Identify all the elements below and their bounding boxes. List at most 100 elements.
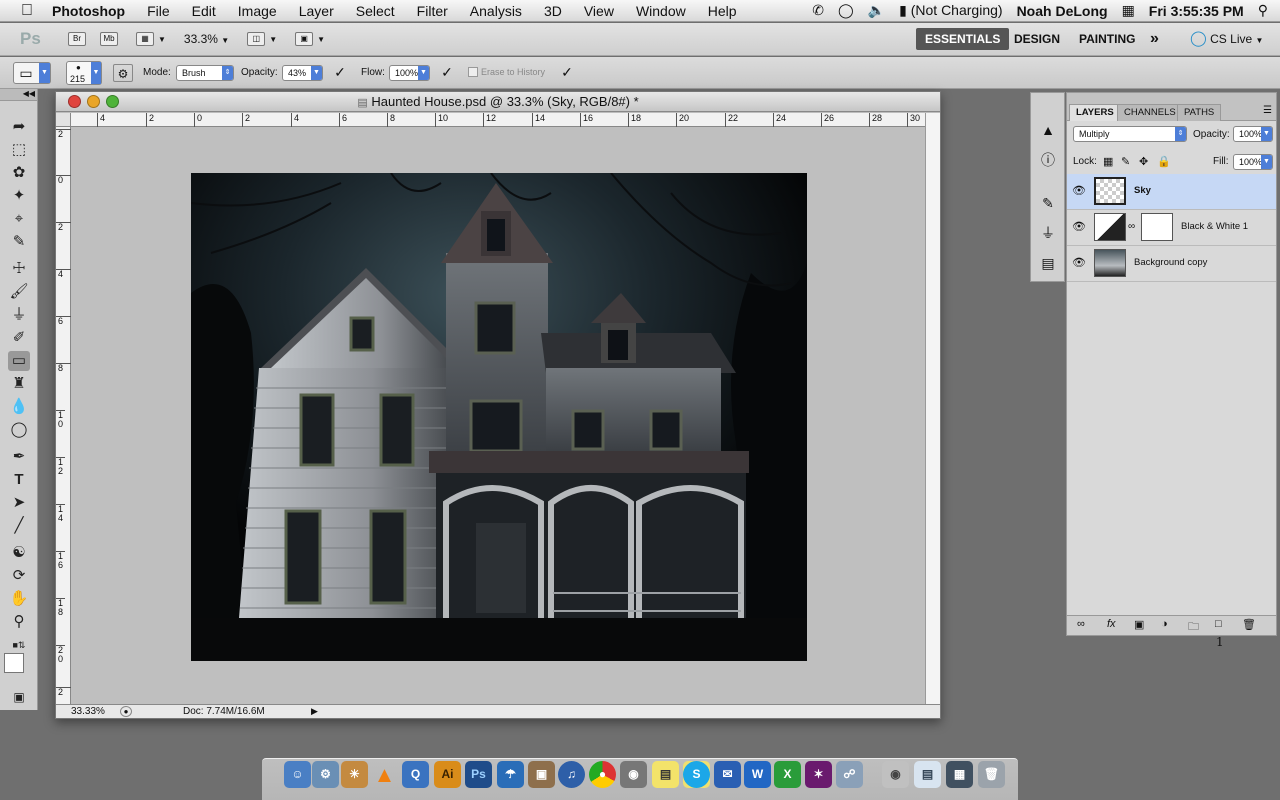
chrome-icon[interactable]: ● <box>589 761 616 788</box>
quicktime-icon[interactable]: Q <box>402 761 429 788</box>
adjustment-layer-icon[interactable]: ◑ <box>1161 618 1168 630</box>
mode-select[interactable]: Brush ⇕ <box>176 65 234 81</box>
brush-preset-picker[interactable]: ● 215 ▼ <box>66 61 102 85</box>
airbrush-icon[interactable]: ✓ <box>437 63 457 81</box>
layer-opacity-field[interactable]: 100% ▼ <box>1233 126 1273 142</box>
new-layer-icon[interactable]: □ <box>1215 618 1222 630</box>
layer-row-sky[interactable]: 👁 Sky <box>1067 174 1276 210</box>
view-extras-icon[interactable]: ▦ <box>136 32 154 46</box>
calendar-icon[interactable]: ▦ <box>1122 2 1135 19</box>
vlc-icon[interactable]: ▲ <box>371 761 398 788</box>
iphoto-icon[interactable]: ☀ <box>341 761 368 788</box>
menu-edit[interactable]: Edit <box>192 3 216 19</box>
pen-tool-icon[interactable]: ✒ <box>8 447 30 467</box>
document-titlebar[interactable]: ▤ Haunted House.psd @ 33.3% (Sky, RGB/8#… <box>56 92 940 112</box>
fireworks-icon[interactable]: ✶ <box>805 761 832 788</box>
photoshop-icon[interactable]: Ps <box>465 761 492 788</box>
tool-presets-icon[interactable]: ▤ <box>1038 253 1058 273</box>
word-icon[interactable]: W <box>744 761 771 788</box>
zoom-level-select[interactable]: 33.3% ▼ <box>184 32 229 46</box>
lock-position-icon[interactable]: ✥ <box>1139 155 1148 168</box>
clone-stamp-tool-icon[interactable]: ⏚ <box>8 305 30 325</box>
bridge-button[interactable]: Br <box>68 32 86 46</box>
canvas-image[interactable] <box>191 173 807 661</box>
healing-brush-tool-icon[interactable]: ☩ <box>8 259 30 279</box>
mask-link-icon[interactable]: ∞ <box>1128 221 1135 232</box>
dodge-tool-icon[interactable]: ◯ <box>8 420 30 440</box>
finder-icon[interactable]: ☺ <box>284 761 311 788</box>
panel-menu-icon[interactable]: ☰ <box>1263 105 1272 116</box>
trash-icon[interactable]: 🗑 <box>978 761 1005 788</box>
chevron-down-icon[interactable]: ▼ <box>158 35 166 44</box>
chevron-down-icon[interactable]: ▼ <box>269 35 277 44</box>
status-menu-arrow-icon[interactable]: ▶ <box>311 705 318 718</box>
quick-mask-icon[interactable]: ▣ <box>8 687 30 707</box>
layer-row-black-white[interactable]: 👁 ∞ Black & White 1 <box>1067 210 1276 246</box>
eyedropper-tool-icon[interactable]: ✎ <box>8 232 30 252</box>
more-workspaces-button[interactable]: » <box>1150 28 1159 50</box>
brush-tool-icon[interactable]: 🖌 <box>8 282 30 302</box>
lock-transparent-icon[interactable]: ▦ <box>1103 155 1113 168</box>
workspace-essentials[interactable]: ESSENTIALS <box>916 28 1010 50</box>
histogram-icon[interactable]: ▲ <box>1038 120 1058 140</box>
cs-live-button[interactable]: ◯ CS Live ▼ <box>1190 28 1263 50</box>
volume-icon[interactable]: 🔈 <box>868 2 885 19</box>
visibility-eye-icon[interactable]: 👁 <box>1071 256 1087 270</box>
menu-layer[interactable]: Layer <box>299 3 334 19</box>
camera-icon[interactable]: ◉ <box>620 761 647 788</box>
menu-filter[interactable]: Filter <box>417 3 448 19</box>
clock[interactable]: Fri 3:55:35 PM <box>1149 3 1244 19</box>
disk-icon[interactable]: ◉ <box>882 761 909 788</box>
flow-field[interactable]: 100% ▼ <box>389 65 430 81</box>
apple-icon[interactable]:  <box>16 2 38 20</box>
visibility-eye-icon[interactable]: 👁 <box>1071 220 1087 234</box>
menu-analysis[interactable]: Analysis <box>470 3 522 19</box>
eraser-tool-icon[interactable]: ▭ <box>8 351 30 371</box>
history-brush-tool-icon[interactable]: ✐ <box>8 328 30 348</box>
minibridge-button[interactable]: Mb <box>100 32 118 46</box>
blur-tool-icon[interactable]: 💧 <box>8 397 30 417</box>
move-tool-icon[interactable]: ➦ <box>8 117 30 137</box>
pressure-opacity-icon[interactable]: ✓ <box>330 63 350 81</box>
workspace-design[interactable]: DESIGN <box>1014 28 1060 50</box>
quick-select-tool-icon[interactable]: ✦ <box>8 186 30 206</box>
blend-mode-select[interactable]: Multiply ⇕ <box>1073 126 1187 142</box>
menu-help[interactable]: Help <box>708 3 737 19</box>
vertical-ruler[interactable]: 2 0 2 4 6 8 1 0 1 2 1 4 1 6 1 8 2 0 2 <box>56 127 71 705</box>
preview-icon[interactable]: ▣ <box>528 761 555 788</box>
mail-icon[interactable]: ✉ <box>714 761 741 788</box>
menu-image[interactable]: Image <box>238 3 277 19</box>
screen-mode-icon[interactable]: ▣ <box>295 32 314 46</box>
brush-panel-toggle-icon[interactable]: ⚙ <box>113 64 133 82</box>
system-prefs-icon[interactable]: ⚙ <box>312 761 339 788</box>
illustrator-icon[interactable]: Ai <box>434 761 461 788</box>
horizontal-ruler[interactable]: 4 2 0 2 4 6 8 10 12 14 16 18 20 22 24 26… <box>71 113 927 127</box>
vertical-scrollbar[interactable] <box>925 113 940 705</box>
menu-file[interactable]: File <box>147 3 170 19</box>
minimize-window-button[interactable] <box>87 95 100 108</box>
umbrella-icon[interactable]: ☂ <box>497 761 524 788</box>
lasso-tool-icon[interactable]: ✿ <box>8 163 30 183</box>
ruler-origin[interactable] <box>56 113 71 127</box>
layer-style-icon[interactable]: fx <box>1107 618 1116 630</box>
zoom-tool-icon[interactable]: ⚲ <box>8 612 30 632</box>
zoom-window-button[interactable] <box>106 95 119 108</box>
user-name[interactable]: Noah DeLong <box>1017 3 1108 19</box>
menu-select[interactable]: Select <box>356 3 395 19</box>
chat-icon[interactable]: ◯ <box>838 2 854 19</box>
status-zoom[interactable]: 33.33% <box>71 705 105 718</box>
tool-preset-picker[interactable]: ▭ ▼ <box>13 62 51 84</box>
default-colors-icon[interactable]: ■⇅ <box>8 635 30 655</box>
toolbox-collapse-icon[interactable]: ◀◀ <box>0 89 37 101</box>
lock-all-icon[interactable]: 🔒 <box>1157 155 1171 168</box>
hand-tool-icon[interactable]: ✋ <box>8 589 30 609</box>
pressure-size-icon[interactable]: ✓ <box>557 63 577 81</box>
itunes-icon[interactable]: ♫ <box>558 761 585 788</box>
paint-bucket-tool-icon[interactable]: ♜ <box>8 374 30 394</box>
3d-rotate-tool-icon[interactable]: ☯ <box>8 543 30 563</box>
clone-source-icon[interactable]: ⏚ <box>1038 223 1058 243</box>
status-info-icon[interactable]: ● <box>120 706 132 717</box>
tab-layers[interactable]: LAYERS <box>1069 104 1121 121</box>
menu-window[interactable]: Window <box>636 3 686 19</box>
safari-icon[interactable]: ☍ <box>836 761 863 788</box>
